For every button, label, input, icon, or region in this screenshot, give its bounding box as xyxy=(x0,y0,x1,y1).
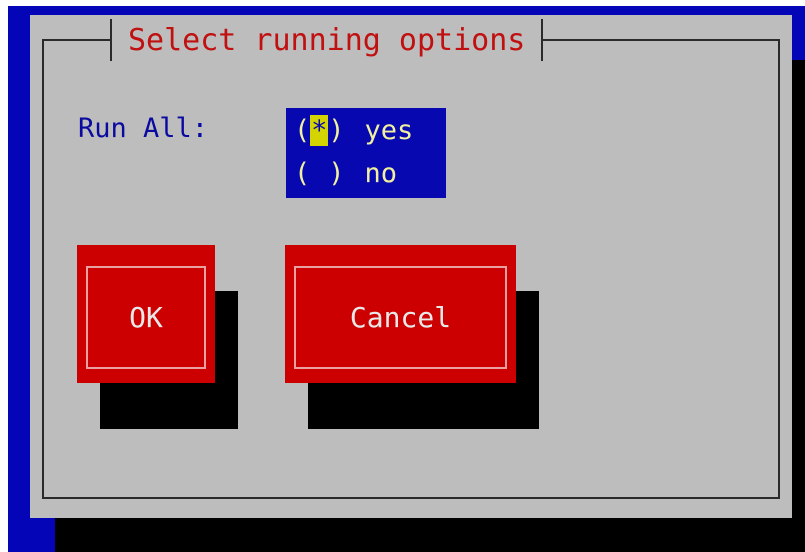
radio-selected-mark: * xyxy=(310,114,329,146)
radio-label-yes: yes xyxy=(364,114,414,146)
radio-option-no[interactable]: ( ) no xyxy=(294,153,397,193)
ok-button[interactable]: OK xyxy=(77,245,215,383)
options-dialog: Select running options Run All: (*) yes (… xyxy=(30,15,792,518)
dialog-shadow-side xyxy=(790,60,805,552)
dialog-title: Select running options xyxy=(128,22,526,58)
dialog-shadow xyxy=(55,518,805,552)
run-all-radio-list[interactable]: (*) yes ( ) no xyxy=(286,108,446,198)
cancel-button[interactable]: Cancel xyxy=(285,245,516,383)
radio-label-no: no xyxy=(364,157,398,189)
ok-button-label: OK xyxy=(86,266,206,369)
radio-close-paren: ) xyxy=(328,114,345,146)
radio-close-paren: ) xyxy=(328,157,345,189)
radio-unselected-mark xyxy=(310,158,328,189)
radio-open-paren: ( xyxy=(294,114,311,146)
radio-option-yes[interactable]: (*) yes xyxy=(294,110,413,150)
dialog-title-box: Select running options xyxy=(110,19,544,61)
radio-open-paren: ( xyxy=(294,157,311,189)
cancel-button-label: Cancel xyxy=(294,266,507,369)
run-all-label: Run All: xyxy=(78,113,209,144)
